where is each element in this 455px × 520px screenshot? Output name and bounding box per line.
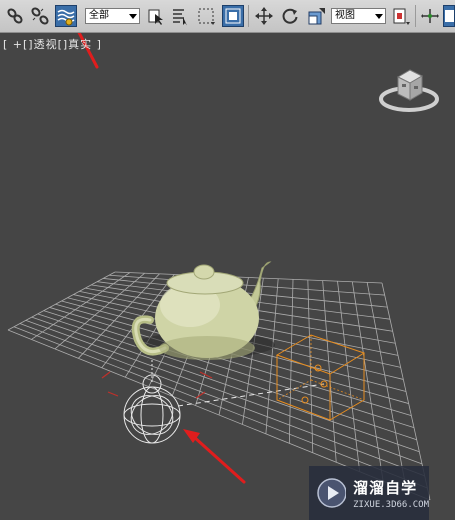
select-object-icon bbox=[148, 9, 163, 25]
bind-spacewarp-icon bbox=[57, 9, 75, 26]
grid-line bbox=[114, 271, 383, 284]
chevron-down-icon bbox=[375, 14, 383, 19]
select-manipulate-icon bbox=[421, 9, 439, 23]
window-crossing-button[interactable] bbox=[222, 5, 244, 27]
perspective-viewport[interactable]: [ +[]透视[]真实 ] 溜溜自学 ZIXUE.3D66.COM bbox=[0, 33, 455, 520]
selection-filter-value: 全部 bbox=[89, 10, 109, 21]
rectangle-selection-button[interactable] bbox=[195, 5, 217, 27]
unlink-icon bbox=[31, 7, 49, 25]
use-pivot-button[interactable] bbox=[390, 5, 412, 27]
reference-coordinate-dropdown[interactable]: 视图 bbox=[331, 8, 386, 24]
watermark-title: 溜溜自学 bbox=[353, 478, 418, 497]
link-icon bbox=[7, 8, 23, 24]
unlink-button[interactable] bbox=[29, 5, 51, 27]
scale-icon bbox=[308, 8, 325, 25]
viewcube[interactable] bbox=[378, 63, 440, 113]
light-footprint bbox=[101, 371, 213, 399]
bind-spacewarp-button[interactable] bbox=[55, 5, 77, 27]
link-button[interactable] bbox=[4, 5, 26, 27]
watermark-play-icon bbox=[317, 478, 347, 508]
move-icon bbox=[255, 7, 273, 25]
rectangle-selection-icon bbox=[198, 8, 215, 25]
rotate-icon bbox=[282, 8, 298, 24]
play-icon bbox=[445, 10, 454, 22]
use-pivot-icon bbox=[393, 8, 410, 25]
selection-filter-dropdown[interactable]: 全部 bbox=[85, 8, 140, 24]
main-toolbar: 全部 视图 bbox=[0, 0, 455, 33]
chevron-down-icon bbox=[129, 14, 137, 19]
select-and-rotate-button[interactable] bbox=[279, 5, 301, 27]
viewport-label[interactable]: [ +[]透视[]真实 ] bbox=[3, 36, 102, 52]
teapot-knob bbox=[193, 264, 215, 280]
select-and-move-button[interactable] bbox=[253, 5, 275, 27]
select-by-name-button[interactable] bbox=[169, 5, 191, 27]
watermark-badge: 溜溜自学 ZIXUE.3D66.COM bbox=[309, 466, 429, 520]
select-and-scale-button[interactable] bbox=[306, 5, 328, 27]
grid-line bbox=[109, 274, 385, 296]
play-button[interactable] bbox=[443, 5, 455, 27]
viewcube-icon bbox=[396, 69, 424, 101]
window-crossing-icon bbox=[225, 8, 241, 24]
watermark-subtitle: ZIXUE.3D66.COM bbox=[353, 499, 429, 510]
reference-coordinate-value: 视图 bbox=[335, 10, 355, 21]
select-and-manipulate-button[interactable] bbox=[419, 5, 441, 27]
select-object-button[interactable] bbox=[145, 5, 167, 27]
select-by-name-icon bbox=[173, 9, 187, 26]
